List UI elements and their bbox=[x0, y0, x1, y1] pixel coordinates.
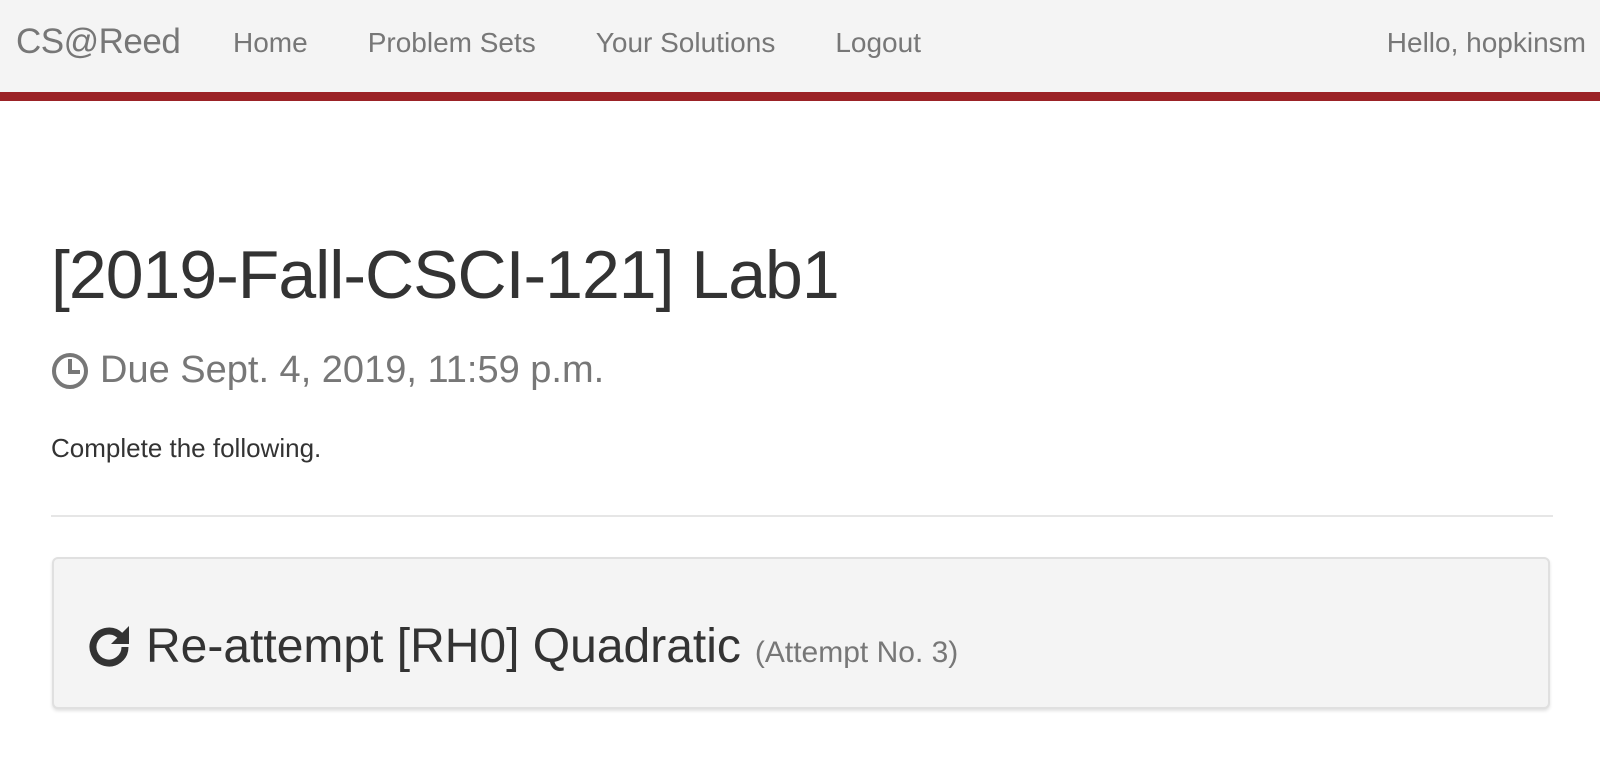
clock-icon bbox=[51, 352, 89, 390]
reattempt-label: Re-attempt [RH0] Quadratic bbox=[146, 620, 741, 673]
user-greeting: Hello, hopkinsm bbox=[1386, 27, 1586, 58]
nav-link-problem-sets[interactable]: Problem Sets bbox=[368, 27, 536, 59]
due-date: Due Sept. 4, 2019, 11:59 p.m. bbox=[51, 349, 604, 392]
reattempt-link[interactable]: Re-attempt [RH0] Quadratic (Attempt No. … bbox=[84, 619, 958, 674]
brand-link[interactable]: CS@Reed bbox=[16, 22, 181, 62]
section-divider bbox=[51, 515, 1553, 517]
refresh-icon bbox=[84, 622, 134, 672]
attempt-panel: Re-attempt [RH0] Quadratic (Attempt No. … bbox=[52, 557, 1550, 709]
problem-set-description: Complete the following. bbox=[51, 433, 322, 463]
nav-link-your-solutions[interactable]: Your Solutions bbox=[596, 27, 776, 59]
page-title: [2019-Fall-CSCI-121] Lab1 bbox=[51, 237, 840, 313]
nav-links: Home Problem Sets Your Solutions Logout bbox=[233, 27, 981, 59]
top-navbar: CS@Reed Home Problem Sets Your Solutions… bbox=[0, 0, 1600, 101]
attempt-number: (Attempt No. 3) bbox=[754, 636, 959, 669]
nav-link-home[interactable]: Home bbox=[233, 27, 308, 59]
nav-link-logout[interactable]: Logout bbox=[835, 27, 921, 59]
due-date-text: Due Sept. 4, 2019, 11:59 p.m. bbox=[100, 349, 605, 391]
